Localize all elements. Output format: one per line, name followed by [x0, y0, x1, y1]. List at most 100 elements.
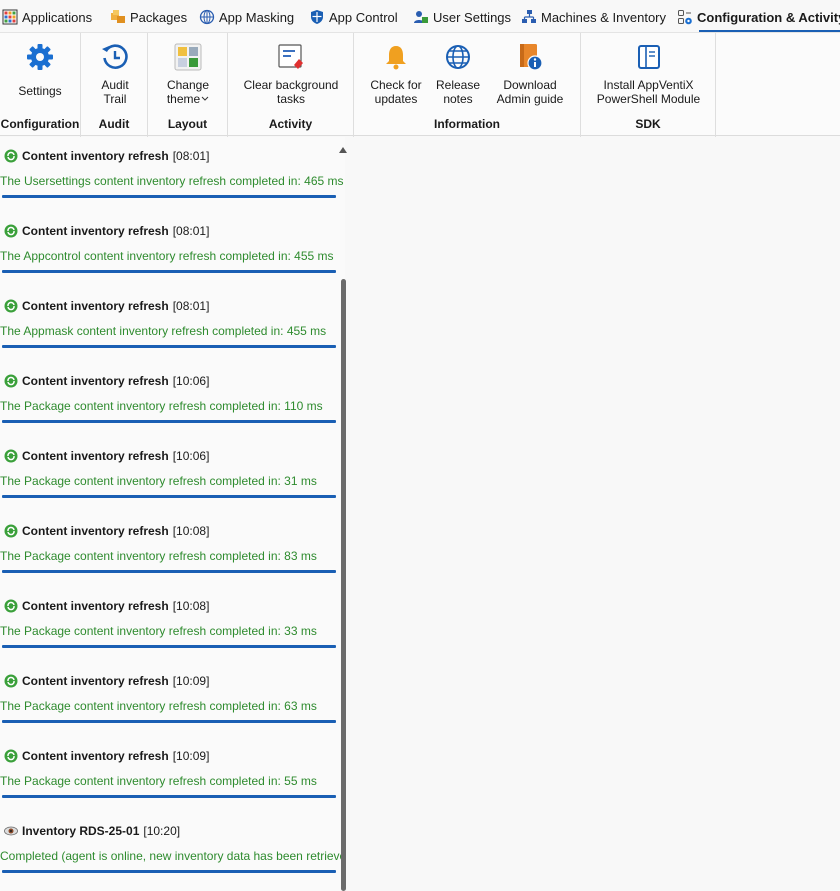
entry-title: Content inventory refresh [10:08] — [4, 599, 209, 613]
entry-title: Content inventory refresh [08:01] — [4, 224, 209, 238]
entry-title-text: Content inventory refresh — [22, 449, 169, 463]
entry-time: [10:06] — [172, 374, 210, 388]
list-item: Content inventory refresh [10:08] The Pa… — [0, 512, 337, 587]
refresh-icon — [4, 674, 18, 688]
entry-message: The Package content inventory refresh co… — [0, 624, 317, 638]
tab-user-settings[interactable]: User Settings — [413, 6, 511, 28]
tab-app-masking[interactable]: App Masking — [199, 6, 294, 28]
clear-tasks-icon — [278, 44, 303, 69]
group-label-activity: Activity — [268, 117, 313, 131]
progress-bar — [2, 420, 336, 423]
refresh-icon — [4, 524, 18, 538]
progress-bar — [2, 570, 336, 573]
packages-icon — [111, 10, 125, 23]
list-item: Content inventory refresh [10:09] The Pa… — [0, 662, 337, 737]
change-theme-button[interactable]: Change theme — [156, 41, 220, 106]
progress-bar — [2, 270, 336, 273]
entry-title-text: Content inventory refresh — [22, 749, 169, 763]
ribbon-toolbar: Settings Configuration Audit Trail Audit — [0, 32, 840, 137]
download-admin-guide-button[interactable]: Download Admin guide — [488, 41, 572, 106]
change-theme-label-2: theme — [166, 92, 201, 106]
globe-icon — [446, 45, 470, 69]
entry-time: [10:08] — [172, 599, 210, 613]
ribbon-group-sdk: Install AppVentiX PowerShell Module SDK — [581, 33, 716, 137]
release-notes-button[interactable]: Release notes — [430, 41, 486, 106]
check-updates-label-2: updates — [374, 92, 418, 106]
progress-bar — [2, 495, 336, 498]
check-for-updates-button[interactable]: Check for updates — [364, 41, 428, 106]
clear-tasks-label-2: tasks — [276, 92, 305, 106]
admin-guide-book-icon — [520, 44, 543, 71]
entry-title: Content inventory refresh [08:01] — [4, 299, 209, 313]
download-guide-label-2: Admin guide — [496, 92, 564, 106]
activity-list[interactable]: Content inventory refresh [08:01] The Us… — [0, 137, 345, 891]
entry-title: Inventory RDS-25-01 [10:20] — [4, 824, 180, 838]
release-notes-label-2: notes — [443, 92, 473, 106]
ribbon-group-information: Check for updates Release notes Download… — [354, 33, 581, 137]
entry-title-text: Content inventory refresh — [22, 299, 169, 313]
entry-message: The Package content inventory refresh co… — [0, 399, 323, 413]
entry-title: Content inventory refresh [10:06] — [4, 374, 209, 388]
entry-title: Content inventory refresh [10:09] — [4, 749, 209, 763]
list-item: Content inventory refresh [08:01] The Us… — [0, 137, 344, 212]
progress-bar — [2, 795, 336, 798]
entry-title-text: Content inventory refresh — [22, 524, 169, 538]
audit-trail-button[interactable]: Audit Trail — [85, 41, 145, 106]
refresh-icon — [4, 599, 18, 613]
detail-panel — [348, 137, 840, 891]
tab-app-control[interactable]: App Control — [309, 6, 398, 28]
scrollbar[interactable] — [339, 137, 347, 891]
entry-title-text: Content inventory refresh — [22, 149, 169, 163]
scrollbar-thumb[interactable] — [341, 279, 346, 891]
eye-icon — [4, 826, 18, 836]
list-item: Content inventory refresh [08:01] The Ap… — [0, 287, 337, 362]
audit-trail-label-1: Audit — [101, 78, 129, 92]
entry-title-text: Content inventory refresh — [22, 674, 169, 688]
tab-label: Applications — [22, 9, 93, 25]
entry-message: The Usersettings content inventory refre… — [0, 174, 344, 188]
ribbon-group-layout: Change theme Layout — [148, 33, 228, 137]
tab-label: User Settings — [433, 9, 512, 25]
entry-title-text: Content inventory refresh — [22, 599, 169, 613]
tab-label: App Masking — [219, 9, 295, 25]
entry-message: The Package content inventory refresh co… — [0, 774, 317, 788]
group-label-sdk: SDK — [635, 117, 661, 131]
install-ps-label-2: PowerShell Module — [596, 92, 701, 106]
tab-packages[interactable]: Packages — [110, 6, 187, 28]
tab-applications[interactable]: Applications — [2, 6, 92, 28]
change-theme-label-row: theme — [167, 92, 209, 106]
refresh-icon — [4, 299, 18, 313]
progress-bar — [2, 870, 336, 873]
theme-palette-icon — [174, 43, 202, 71]
ribbon-group-configuration: Settings Configuration — [0, 33, 81, 137]
entry-time: [10:20] — [143, 824, 181, 838]
entry-time: [10:06] — [172, 449, 210, 463]
shield-icon — [311, 10, 323, 24]
clear-background-tasks-button[interactable]: Clear background tasks — [238, 41, 344, 106]
app-masking-icon — [199, 9, 215, 25]
entry-title: Content inventory refresh [10:06] — [4, 449, 209, 463]
progress-bar — [2, 195, 336, 198]
entry-title-text: Inventory RDS-25-01 — [22, 824, 140, 838]
entry-message: The Package content inventory refresh co… — [0, 699, 317, 713]
group-label-layout: Layout — [167, 117, 208, 131]
tab-label: Machines & Inventory — [541, 9, 667, 25]
entry-time: [08:01] — [172, 299, 210, 313]
machines-network-icon — [522, 10, 536, 23]
scroll-up-arrow-icon[interactable] — [339, 147, 347, 153]
progress-bar — [2, 345, 336, 348]
entry-time: [08:01] — [172, 224, 210, 238]
tab-configuration-activity[interactable]: Configuration & Activity — [677, 6, 840, 32]
entry-time: [10:09] — [172, 749, 210, 763]
install-ps-label-1: Install AppVentiX — [603, 78, 694, 92]
entry-message: The Appcontrol content inventory refresh… — [0, 249, 334, 263]
install-powershell-module-button[interactable]: Install AppVentiX PowerShell Module — [589, 41, 708, 106]
entry-title-text: Content inventory refresh — [22, 374, 169, 388]
group-label-audit: Audit — [98, 117, 130, 131]
settings-button[interactable]: Settings — [5, 41, 75, 98]
configuration-icon — [678, 10, 692, 25]
tab-label: App Control — [329, 9, 398, 25]
download-guide-label-1: Download — [503, 78, 557, 92]
clear-tasks-label-1: Clear background — [243, 78, 339, 92]
tab-machines-inventory[interactable]: Machines & Inventory — [521, 6, 666, 28]
